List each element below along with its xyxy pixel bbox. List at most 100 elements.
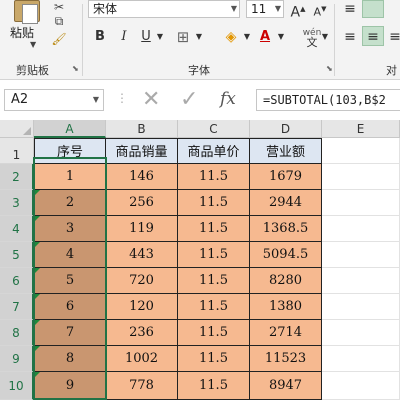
row-header-9[interactable]: 9 [0, 346, 34, 372]
align-right-icon[interactable]: ≡ [388, 28, 400, 46]
underline-button[interactable]: U [138, 28, 154, 46]
column-header-a[interactable]: A [34, 120, 106, 138]
table-cell[interactable]: 778 [106, 372, 178, 400]
empty-cell[interactable] [322, 164, 400, 190]
align-top-icon[interactable]: ≡ [342, 0, 358, 18]
font-launcher-icon[interactable]: ⬊ [326, 64, 333, 73]
table-cell[interactable]: 1368.5 [250, 216, 322, 242]
table-cell[interactable]: 11523 [250, 346, 322, 372]
empty-cell[interactable] [322, 138, 400, 164]
table-cell[interactable]: 11.5 [178, 294, 250, 320]
table-cell[interactable]: 443 [106, 242, 178, 268]
table-cell[interactable]: 1 [34, 164, 106, 190]
table-cell[interactable]: 2714 [250, 320, 322, 346]
insert-function-button[interactable]: fx [220, 89, 236, 109]
grow-font-button[interactable]: A▲ [290, 0, 306, 21]
italic-button[interactable]: I [116, 28, 132, 46]
table-cell[interactable]: 1380 [250, 294, 322, 320]
table-cell[interactable]: 8947 [250, 372, 322, 400]
table-cell[interactable]: 1002 [106, 346, 178, 372]
column-header-e[interactable]: E [322, 120, 400, 138]
table-cell[interactable]: 5094.5 [250, 242, 322, 268]
row-header-4[interactable]: 4 [0, 216, 34, 242]
table-cell[interactable]: 2944 [250, 190, 322, 216]
row-header-7[interactable]: 7 [0, 294, 34, 320]
table-cell[interactable]: 146 [106, 164, 178, 190]
empty-cell[interactable] [322, 216, 400, 242]
formula-input[interactable]: =SUBTOTAL(103,B$2 [256, 89, 400, 111]
column-header-b[interactable]: B [106, 120, 178, 138]
shrink-font-button[interactable]: A▼ [312, 0, 328, 19]
font-color-button[interactable]: A [257, 28, 273, 46]
table-cell[interactable]: 11.5 [178, 346, 250, 372]
empty-cell[interactable] [322, 242, 400, 268]
align-top-button[interactable] [362, 0, 384, 18]
bold-button[interactable]: B [92, 28, 108, 46]
border-icon[interactable]: ⊞ [174, 28, 192, 46]
table-header-cell[interactable]: 商品销量 [106, 138, 178, 164]
chevron-down-icon[interactable]: ▼ [155, 28, 165, 46]
clipboard-launcher-icon[interactable]: ⬊ [72, 64, 79, 73]
font-name-select[interactable]: 宋体 ▼ [88, 0, 240, 18]
row-header-3[interactable]: 3 [0, 190, 34, 216]
more-options-icon: ⋮ [116, 91, 128, 105]
table-cell[interactable]: 9 [34, 372, 106, 400]
table-header-cell[interactable]: 商品单价 [178, 138, 250, 164]
chevron-down-icon[interactable]: ▼ [242, 28, 252, 46]
cancel-icon[interactable]: ✕ [142, 87, 160, 112]
row-header-6[interactable]: 6 [0, 268, 34, 294]
table-cell[interactable]: 2 [34, 190, 106, 216]
table-cell[interactable]: 11.5 [178, 216, 250, 242]
cut-icon[interactable]: ✂ [50, 0, 68, 14]
column-header-c[interactable]: C [178, 120, 250, 138]
column-header-d[interactable]: D [250, 120, 322, 138]
row-header-8[interactable]: 8 [0, 320, 34, 346]
table-cell[interactable]: 8280 [250, 268, 322, 294]
format-painter-icon[interactable]: 🖌 [50, 32, 68, 46]
font-size-select[interactable]: 11 ▼ [246, 0, 284, 18]
chevron-down-icon[interactable]: ▼ [320, 28, 330, 46]
table-cell[interactable]: 11.5 [178, 242, 250, 268]
table-cell[interactable]: 6 [34, 294, 106, 320]
table-cell[interactable]: 11.5 [178, 268, 250, 294]
chevron-down-icon[interactable]: ▼ [276, 28, 286, 46]
table-cell[interactable]: 720 [106, 268, 178, 294]
copy-icon[interactable]: ⧉ [50, 14, 68, 28]
empty-cell[interactable] [322, 190, 400, 216]
table-cell[interactable]: 5 [34, 268, 106, 294]
table-header-cell[interactable]: 序号 [34, 138, 106, 164]
table-header-cell[interactable]: 营业额 [250, 138, 322, 164]
chevron-down-icon[interactable]: ▼ [194, 28, 204, 46]
align-center-icon[interactable]: ≡ [365, 28, 381, 46]
table-cell[interactable]: 4 [34, 242, 106, 268]
align-left-icon[interactable]: ≡ [342, 28, 358, 46]
paste-button[interactable]: 粘贴 ▼ [8, 0, 48, 60]
table-cell[interactable]: 11.5 [178, 190, 250, 216]
enter-check-icon[interactable]: ✓ [180, 87, 198, 112]
table-cell[interactable]: 1679 [250, 164, 322, 190]
row-header-10[interactable]: 10 [0, 372, 34, 400]
select-all-corner[interactable] [0, 120, 34, 138]
table-cell[interactable]: 120 [106, 294, 178, 320]
fill-color-icon[interactable]: ◈ [222, 28, 240, 46]
empty-cell[interactable] [322, 294, 400, 320]
chevron-down-icon[interactable]: ▼ [93, 90, 99, 110]
row-header-1[interactable]: 1 [0, 138, 34, 164]
table-cell[interactable]: 11.5 [178, 372, 250, 400]
name-box[interactable]: A2 ▼ [4, 89, 104, 111]
table-cell[interactable]: 11.5 [178, 320, 250, 346]
table-cell[interactable]: 11.5 [178, 164, 250, 190]
row-header-2[interactable]: 2 [0, 164, 34, 190]
empty-cell[interactable] [322, 268, 400, 294]
row-header-5[interactable]: 5 [0, 242, 34, 268]
empty-cell[interactable] [322, 320, 400, 346]
empty-cell[interactable] [322, 346, 400, 372]
table-cell[interactable]: 256 [106, 190, 178, 216]
table-cell[interactable]: 8 [34, 346, 106, 372]
error-indicator-icon [35, 346, 40, 351]
table-cell[interactable]: 119 [106, 216, 178, 242]
table-cell[interactable]: 7 [34, 320, 106, 346]
table-cell[interactable]: 236 [106, 320, 178, 346]
table-cell[interactable]: 3 [34, 216, 106, 242]
empty-cell[interactable] [322, 372, 400, 400]
